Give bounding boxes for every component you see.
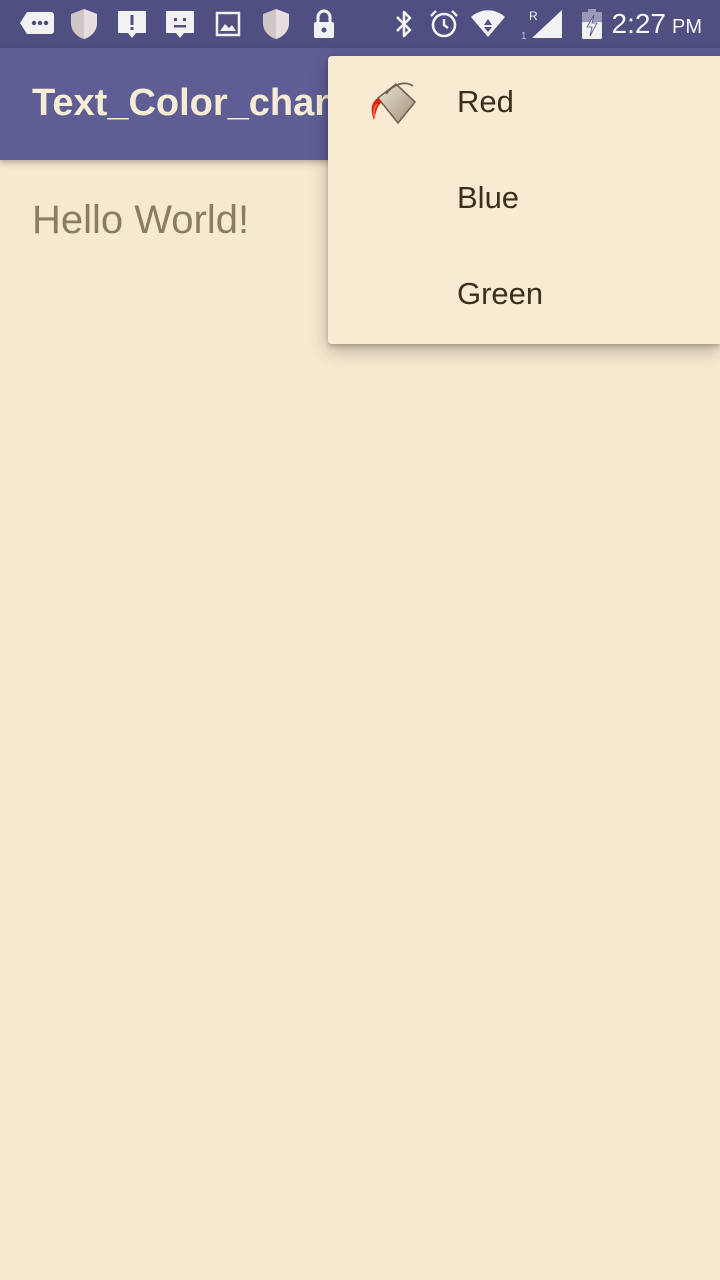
clock-time: 2:27 xyxy=(611,8,667,39)
chat-bubble-icon xyxy=(18,8,56,40)
screen: R 1 2:27 PM Text_Color_changer Hello Wor… xyxy=(0,0,720,1280)
menu-item-blue[interactable]: Blue xyxy=(328,152,720,248)
overflow-menu: Red Blue Green xyxy=(328,56,720,344)
shield-icon xyxy=(260,8,292,40)
menu-item-green[interactable]: Green xyxy=(328,248,720,344)
signal-tag-bottom: 1 xyxy=(521,31,527,40)
bluetooth-icon xyxy=(388,8,420,40)
status-clock: 2:27 PM xyxy=(612,4,703,44)
paint-bucket-icon xyxy=(368,80,420,128)
shield-icon xyxy=(68,8,100,40)
image-icon xyxy=(212,8,244,40)
menu-label-green: Green xyxy=(457,276,544,311)
wifi-icon xyxy=(470,8,506,40)
status-bar: R 1 2:27 PM xyxy=(0,0,720,48)
lock-icon xyxy=(308,8,340,40)
menu-label-blue: Blue xyxy=(457,180,520,215)
hello-text: Hello World! xyxy=(32,198,250,242)
menu-item-red[interactable]: Red xyxy=(328,56,720,152)
signal-icon: R 1 xyxy=(518,8,564,40)
alert-icon xyxy=(116,8,148,40)
battery-charging-icon xyxy=(576,8,608,40)
signal-tag-top: R xyxy=(529,9,538,23)
alarm-icon xyxy=(428,8,460,40)
clock-ampm: PM xyxy=(672,16,702,38)
face-icon xyxy=(164,8,196,40)
menu-label-red: Red xyxy=(457,84,514,119)
